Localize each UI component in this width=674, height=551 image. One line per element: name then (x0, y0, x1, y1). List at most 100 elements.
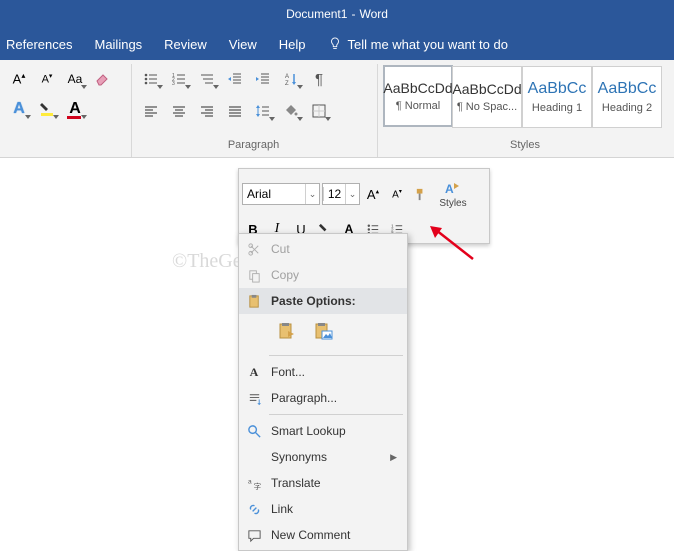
mini-shrink-font[interactable]: A▾ (386, 183, 408, 205)
copy-icon (245, 266, 263, 284)
increase-indent-button[interactable] (250, 66, 276, 92)
ctx-synonyms[interactable]: Synonyms ▶ (239, 444, 407, 470)
shrink-font-button[interactable]: A▾ (34, 66, 60, 92)
ctx-cut-label: Cut (271, 242, 397, 256)
tell-me-label: Tell me what you want to do (348, 37, 508, 52)
font-group-label (6, 139, 123, 155)
tab-review[interactable]: Review (164, 37, 207, 52)
mini-font-name: Arial (243, 187, 305, 201)
text-effects-button[interactable]: A (6, 96, 32, 122)
align-center-button[interactable] (166, 98, 192, 124)
annotation-arrow (428, 224, 478, 264)
search-icon (245, 422, 263, 440)
ctx-paste-options: Paste Options: (239, 288, 407, 314)
align-left-icon (143, 103, 159, 119)
clipboard-icon (245, 292, 263, 310)
change-case-button[interactable]: Aa (62, 66, 88, 92)
ribbon-group-font-fragment: A▴ A▾ Aa A A (0, 64, 132, 157)
style-sample: AaBbCcDd (383, 80, 452, 96)
document-area[interactable]: ©TheGeekPage.com Arial ⌄ 12 ⌄ A▴ A▾ A St… (0, 158, 674, 519)
multilevel-icon (199, 71, 215, 87)
ctx-font[interactable]: A Font... (239, 359, 407, 385)
ctx-copy[interactable]: Copy (239, 262, 407, 288)
mini-grow-font[interactable]: A▴ (362, 183, 384, 205)
bullets-icon (143, 71, 159, 87)
tab-view[interactable]: View (229, 37, 257, 52)
ctx-smart-lookup[interactable]: Smart Lookup (239, 418, 407, 444)
highlight-button[interactable] (34, 96, 60, 122)
paste-options-row (239, 314, 407, 352)
style-sample: AaBbCc (528, 80, 587, 98)
tell-me-search[interactable]: Tell me what you want to do (328, 37, 508, 52)
style-sample: AaBbCc (598, 80, 657, 98)
link-icon (245, 500, 263, 518)
style-no-spacing[interactable]: AaBbCcDd ¶ No Spac... (452, 66, 522, 128)
paint-bucket-icon (283, 103, 299, 119)
grow-font-button[interactable]: A▴ (6, 66, 32, 92)
tab-references[interactable]: References (6, 37, 72, 52)
ctx-syn-label: Synonyms (271, 450, 382, 464)
chevron-right-icon: ▶ (390, 452, 397, 463)
style-heading-1[interactable]: AaBbCc Heading 1 (522, 66, 592, 128)
svg-text:3: 3 (172, 81, 175, 87)
decrease-indent-button[interactable] (222, 66, 248, 92)
styles-icon: A (444, 180, 462, 198)
align-left-button[interactable] (138, 98, 164, 124)
ctx-link[interactable]: Link (239, 496, 407, 522)
highlight-icon (39, 101, 55, 117)
style-sample: AaBbCcDd (452, 81, 521, 97)
sort-icon: AZ (283, 71, 299, 87)
borders-button[interactable] (306, 98, 332, 124)
paste-keep-source[interactable] (273, 318, 301, 346)
ribbon-tabs: References Mailings Review View Help Tel… (0, 28, 674, 60)
mini-styles-button[interactable]: A Styles (436, 172, 470, 216)
svg-text:A: A (285, 74, 289, 80)
ribbon: A▴ A▾ Aa A A (0, 60, 674, 158)
ctx-cut[interactable]: Cut (239, 236, 407, 262)
eraser-icon (95, 71, 111, 87)
tab-mailings[interactable]: Mailings (94, 37, 142, 52)
ctx-paragraph-label: Paragraph... (271, 391, 397, 405)
translate-icon: a字 (245, 474, 263, 492)
shading-button[interactable] (278, 98, 304, 124)
chevron-down-icon: ⌄ (345, 184, 359, 204)
svg-text:A: A (445, 182, 454, 196)
font-color-button[interactable]: A (62, 96, 88, 122)
ctx-new-comment[interactable]: New Comment (239, 522, 407, 548)
font-icon: A (245, 363, 263, 381)
show-marks-button[interactable]: ¶ (306, 66, 332, 92)
lightbulb-icon (328, 37, 342, 51)
style-caption: ¶ No Spac... (457, 101, 517, 113)
comment-icon (245, 526, 263, 544)
styles-gallery[interactable]: AaBbCcDd ¶ Normal AaBbCcDd ¶ No Spac... … (384, 66, 662, 128)
numbering-button[interactable]: 123 (166, 66, 192, 92)
multilevel-list-button[interactable] (194, 66, 220, 92)
sort-button[interactable]: AZ (278, 66, 304, 92)
ctx-paragraph[interactable]: Paragraph... (239, 385, 407, 411)
mini-format-painter[interactable] (410, 183, 432, 205)
bullets-button[interactable] (138, 66, 164, 92)
paragraph-icon (245, 389, 263, 407)
justify-button[interactable] (222, 98, 248, 124)
outdent-icon (227, 71, 243, 87)
style-caption: ¶ Normal (396, 100, 440, 112)
align-center-icon (171, 103, 187, 119)
paste-picture[interactable] (309, 318, 337, 346)
style-normal[interactable]: AaBbCcDd ¶ Normal (383, 65, 453, 127)
align-right-button[interactable] (194, 98, 220, 124)
numbering-icon: 123 (171, 71, 187, 87)
ribbon-group-styles: AaBbCcDd ¶ Normal AaBbCcDd ¶ No Spac... … (378, 64, 674, 157)
align-right-icon (199, 103, 215, 119)
ctx-translate-label: Translate (271, 476, 397, 490)
mini-font-size-combo[interactable]: 12 ⌄ (322, 183, 360, 205)
style-heading-2[interactable]: AaBbCc Heading 2 (592, 66, 662, 128)
app-name: Word (359, 7, 387, 21)
line-spacing-button[interactable] (250, 98, 276, 124)
ctx-translate[interactable]: a字 Translate (239, 470, 407, 496)
scissors-icon (245, 240, 263, 258)
clear-formatting-button[interactable] (90, 66, 116, 92)
mini-font-name-combo[interactable]: Arial ⌄ (242, 183, 320, 205)
svg-text:a: a (247, 478, 251, 485)
tab-help[interactable]: Help (279, 37, 306, 52)
styles-group-label: Styles (384, 139, 666, 155)
